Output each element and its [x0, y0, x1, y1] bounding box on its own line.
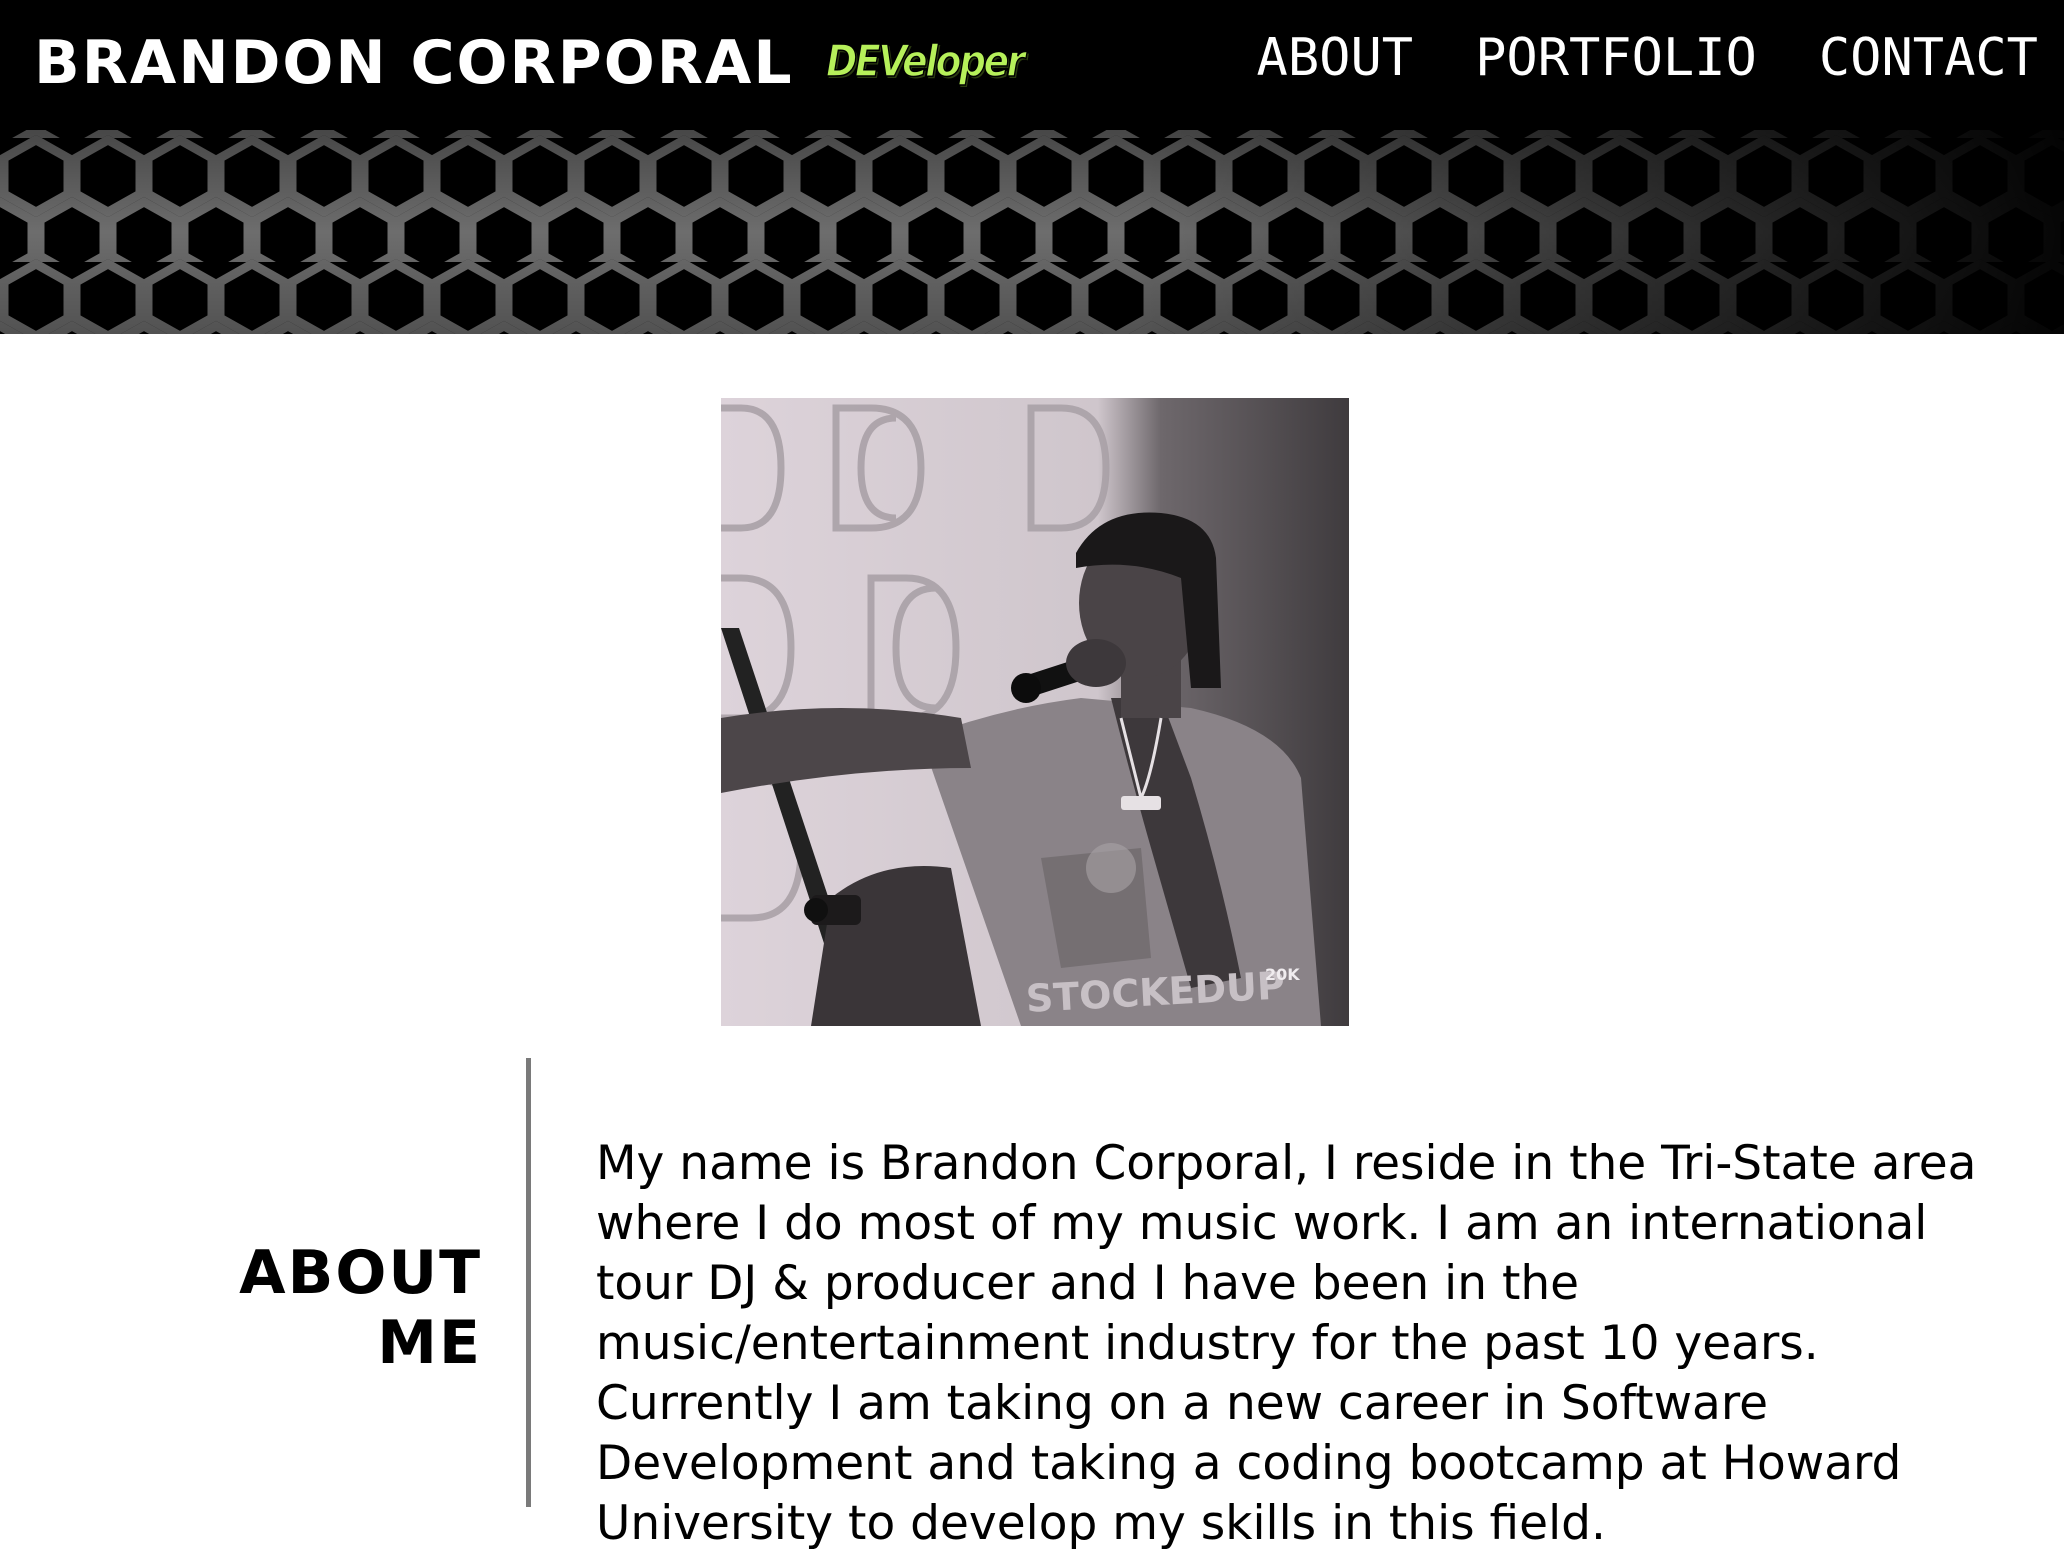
about-paragraph: My name is Brandon Corporal, I reside in… [596, 1136, 1977, 1551]
nav-portfolio-link[interactable]: PORTFOLIO [1475, 28, 1757, 88]
nav-about-link[interactable]: ABOUT [1257, 28, 1414, 88]
site-brand-name[interactable]: BRANDON CORPORAL [34, 28, 794, 98]
section-divider [526, 1058, 531, 1507]
developer-tagline: DEVeloper [825, 35, 1025, 88]
hexagon-mesh-banner [0, 130, 2064, 334]
nav-contact-link[interactable]: CONTACT [1819, 28, 2038, 88]
main-nav: ABOUT PORTFOLIO CONTACT [1257, 28, 2038, 88]
site-header: BRANDON CORPORAL DEVeloper ABOUT PORTFOL… [0, 0, 2064, 334]
profile-photo: STOCKEDUP 20K [721, 398, 1349, 1026]
photo-watermark: 20K [1265, 965, 1300, 984]
about-me-heading: ABOUT ME [239, 1238, 482, 1378]
